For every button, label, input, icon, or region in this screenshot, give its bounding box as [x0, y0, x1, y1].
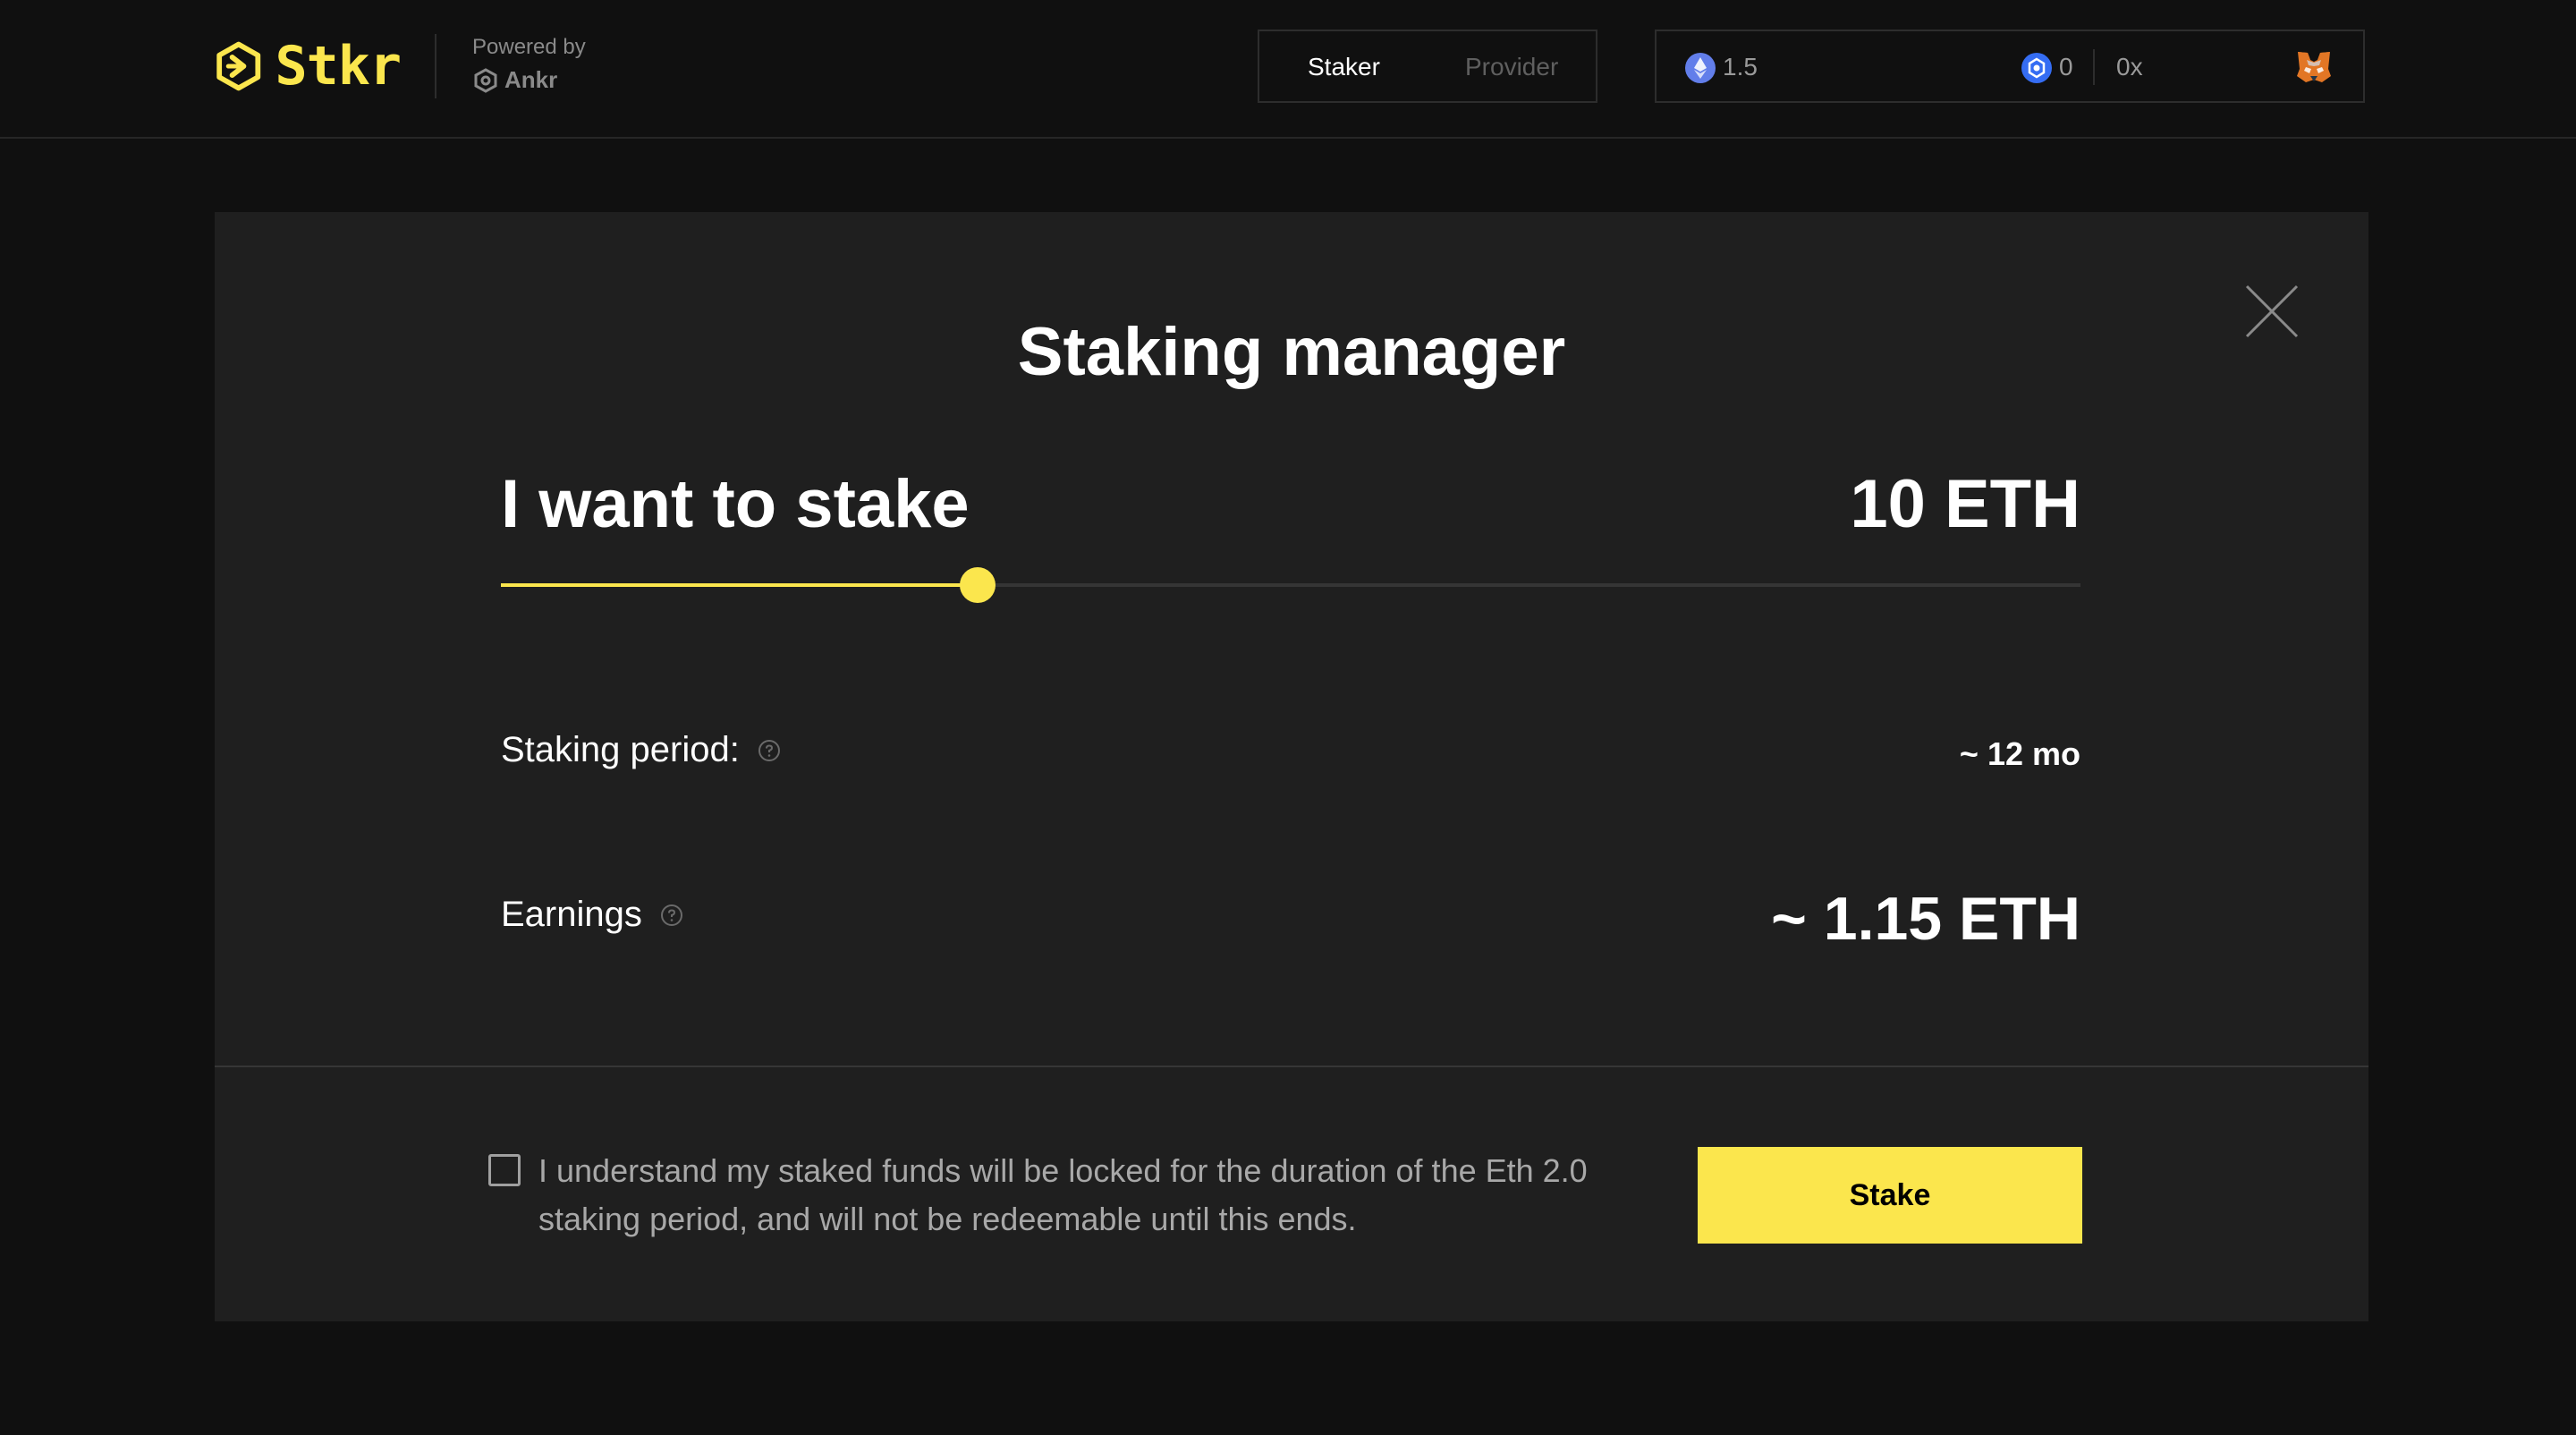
wallet-address[interactable]: 0x — [2116, 53, 2143, 81]
ankr-token-icon — [2021, 53, 2052, 83]
help-icon[interactable] — [758, 739, 781, 762]
help-icon[interactable] — [660, 904, 683, 927]
tab-provider[interactable]: Provider — [1465, 53, 1558, 81]
ankr-logo-icon — [474, 67, 497, 93]
powered-by-label: Powered by — [472, 35, 586, 59]
ethereum-icon — [1685, 53, 1716, 83]
consent-text: I understand my staked funds will be loc… — [538, 1152, 1588, 1237]
stake-amount-slider[interactable] — [501, 567, 2080, 603]
staking-period-label: Staking period: — [501, 730, 740, 769]
stkr-logo-icon — [216, 41, 261, 91]
partner-name: Ankr — [504, 66, 558, 93]
metamask-fox-icon — [2297, 52, 2331, 82]
partner-logo[interactable]: Ankr — [472, 66, 586, 94]
consent-checkbox[interactable] — [488, 1154, 521, 1186]
earnings-row: Earnings — [501, 895, 683, 935]
modal-title: Staking manager — [1017, 314, 1566, 390]
powered-by: Powered by Ankr — [472, 34, 586, 94]
wallet-panel[interactable]: 1.5 0 0x — [1655, 30, 2365, 103]
wallet-divider — [2093, 49, 2095, 85]
staking-manager-modal: Staking manager I want to stake 10 ETH S… — [215, 212, 2368, 1321]
ankr-balance: 0 — [2059, 53, 2073, 81]
top-header: Stkr Powered by Ankr Staker Provider 1.5… — [0, 0, 2576, 139]
brand-logo[interactable]: Stkr — [213, 30, 402, 102]
logo-divider — [435, 34, 436, 98]
eth-balance: 1.5 — [1723, 53, 1758, 81]
earnings-label: Earnings — [501, 895, 642, 934]
modal-divider — [215, 1066, 2368, 1067]
stake-label: I want to stake — [501, 466, 970, 542]
earnings-value: ~ 1.15 ETH — [1771, 885, 2080, 953]
tab-staker[interactable]: Staker — [1308, 53, 1380, 81]
slider-fill — [501, 583, 978, 587]
staking-period-row: Staking period: — [501, 730, 781, 770]
stake-button[interactable]: Stake — [1698, 1147, 2082, 1244]
brand-name: Stkr — [275, 35, 402, 98]
stake-amount: 10 ETH — [1850, 466, 2080, 542]
slider-thumb[interactable] — [960, 567, 996, 603]
staking-period-value: ~ 12 mo — [1959, 735, 2080, 772]
role-switch: Staker Provider — [1258, 30, 1597, 103]
